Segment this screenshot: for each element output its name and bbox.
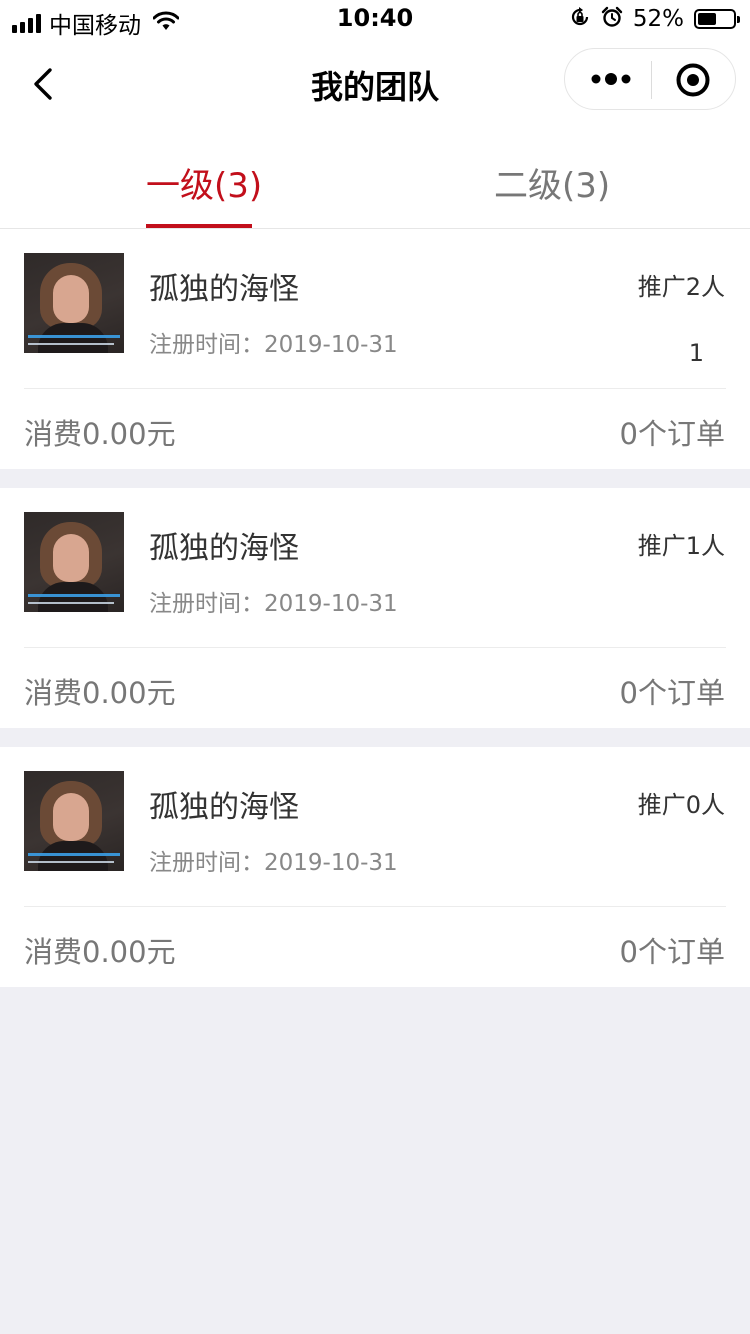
member-name: 孤独的海怪 — [149, 790, 299, 825]
header: 中国移动 10:40 52% 我的团队 — [0, 0, 750, 128]
avatar — [24, 771, 124, 871]
order-count: 0个订单 — [619, 935, 725, 969]
tab-level-1[interactable]: 一级(3) — [146, 158, 262, 207]
orientation-lock-icon — [569, 6, 591, 32]
menu-capsule — [564, 48, 736, 110]
register-date: 2019-10-31 — [264, 332, 398, 358]
register-date: 2019-10-31 — [264, 591, 398, 617]
level-tabs: 一级(3) 二级(3) — [0, 128, 750, 229]
register-time-label: 注册时间： — [149, 850, 264, 876]
register-time: 注册时间：2019-10-31 — [149, 843, 398, 877]
register-time: 注册时间：2019-10-31 — [149, 584, 398, 618]
nav-bar: 我的团队 — [0, 40, 750, 128]
order-count: 0个订单 — [619, 676, 725, 710]
member-extra-value: 1 — [688, 339, 704, 367]
tab-level-2[interactable]: 二级(3) — [494, 158, 610, 207]
status-bar: 中国移动 10:40 52% — [0, 0, 750, 40]
divider — [24, 388, 726, 389]
battery-icon — [694, 9, 740, 29]
battery-fill — [698, 13, 716, 25]
status-right: 52% — [569, 6, 740, 32]
promoted-count: 推广0人 — [637, 791, 725, 819]
register-time: 注册时间：2019-10-31 — [149, 325, 398, 359]
avatar — [24, 512, 124, 612]
spend-amount: 消费0.00元 — [24, 935, 176, 969]
member-card[interactable]: 孤独的海怪 注册时间：2019-10-31 推广2人 1 消费0.00元 0个订… — [0, 229, 750, 469]
register-date: 2019-10-31 — [264, 850, 398, 876]
more-icon[interactable] — [591, 69, 631, 89]
spend-amount: 消费0.00元 — [24, 417, 176, 451]
member-name: 孤独的海怪 — [149, 531, 299, 566]
member-card[interactable]: 孤独的海怪 注册时间：2019-10-31 推广1人 消费0.00元 0个订单 — [0, 488, 750, 728]
register-time-label: 注册时间： — [149, 591, 264, 617]
alarm-icon — [601, 6, 623, 32]
promoted-count: 推广2人 — [637, 273, 725, 301]
capsule-divider — [651, 61, 652, 99]
avatar — [24, 253, 124, 353]
divider — [24, 906, 726, 907]
member-name: 孤独的海怪 — [149, 272, 299, 307]
battery-percent: 52% — [632, 6, 684, 32]
member-card[interactable]: 孤独的海怪 注册时间：2019-10-31 推广0人 消费0.00元 0个订单 — [0, 747, 750, 987]
spend-amount: 消费0.00元 — [24, 676, 176, 710]
divider — [24, 647, 726, 648]
order-count: 0个订单 — [619, 417, 725, 451]
register-time-label: 注册时间： — [149, 332, 264, 358]
active-tab-indicator — [146, 224, 252, 228]
target-icon[interactable] — [675, 62, 711, 98]
promoted-count: 推广1人 — [637, 532, 725, 560]
